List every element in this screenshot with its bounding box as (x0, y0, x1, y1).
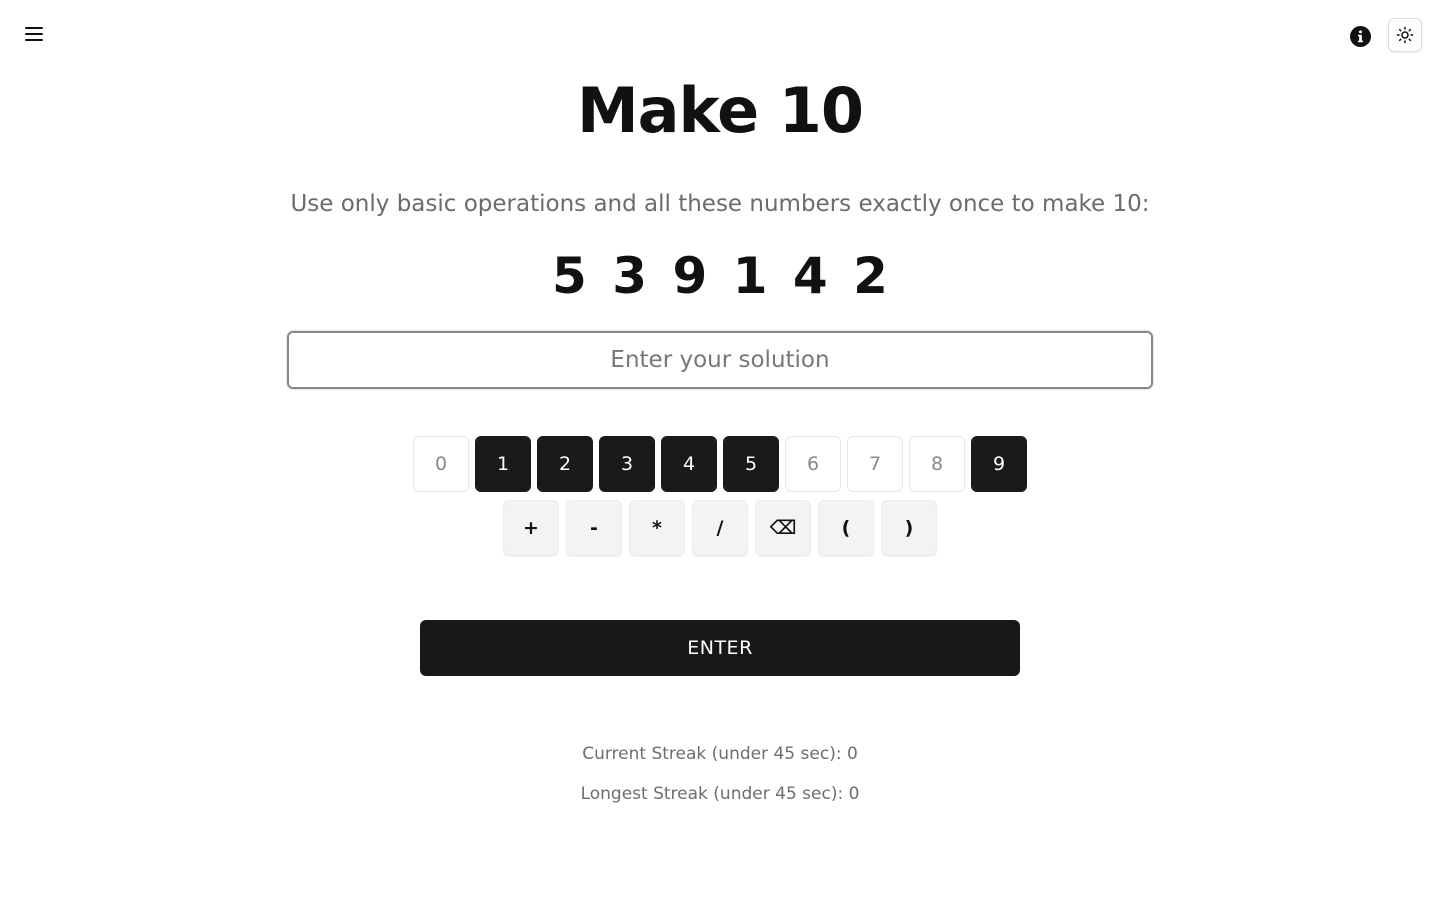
operator-keypad: + - * / ⌫ ( ) (0, 500, 1440, 556)
digit-keypad: 0 1 2 3 4 5 6 7 8 9 (0, 436, 1440, 492)
hamburger-menu-icon (25, 27, 43, 41)
digit-key-5[interactable]: 5 (723, 436, 779, 492)
digit-key-8[interactable]: 8 (909, 436, 965, 492)
target-numbers: 5 3 9 1 4 2 (0, 244, 1440, 308)
digit-key-1[interactable]: 1 (475, 436, 531, 492)
number-5: 4 (792, 247, 828, 305)
info-button[interactable] (1348, 24, 1372, 48)
number-3: 9 (672, 247, 708, 305)
digit-key-7[interactable]: 7 (847, 436, 903, 492)
number-1: 5 (552, 247, 587, 305)
current-streak: Current Streak (under 45 sec): 0 (582, 744, 858, 764)
sun-icon (1396, 26, 1414, 44)
minus-key[interactable]: - (566, 500, 622, 556)
number-4: 1 (732, 247, 768, 305)
plus-key[interactable]: + (503, 500, 559, 556)
digit-key-4[interactable]: 4 (661, 436, 717, 492)
backspace-key[interactable]: ⌫ (755, 500, 811, 556)
close-paren-key[interactable]: ) (881, 500, 937, 556)
enter-button[interactable]: ENTER (420, 620, 1020, 676)
make-10-page: Make 10 Use only basic operations and al… (0, 0, 1440, 900)
instructions-text: Use only basic operations and all these … (290, 191, 1150, 217)
solution-input[interactable] (287, 331, 1153, 389)
number-2: 3 (612, 247, 648, 305)
longest-streak: Longest Streak (under 45 sec): 0 (580, 784, 860, 804)
digit-key-0[interactable]: 0 (413, 436, 469, 492)
info-circle-icon (1349, 25, 1371, 47)
digit-key-2[interactable]: 2 (537, 436, 593, 492)
digit-key-3[interactable]: 3 (599, 436, 655, 492)
open-paren-key[interactable]: ( (818, 500, 874, 556)
divide-key[interactable]: / (692, 500, 748, 556)
menu-button[interactable] (16, 18, 52, 50)
multiply-key[interactable]: * (629, 500, 685, 556)
page-title: Make 10 (576, 74, 864, 147)
theme-toggle-button[interactable] (1388, 18, 1422, 52)
number-6: 2 (853, 247, 888, 305)
digit-key-6[interactable]: 6 (785, 436, 841, 492)
digit-key-9[interactable]: 9 (971, 436, 1027, 492)
